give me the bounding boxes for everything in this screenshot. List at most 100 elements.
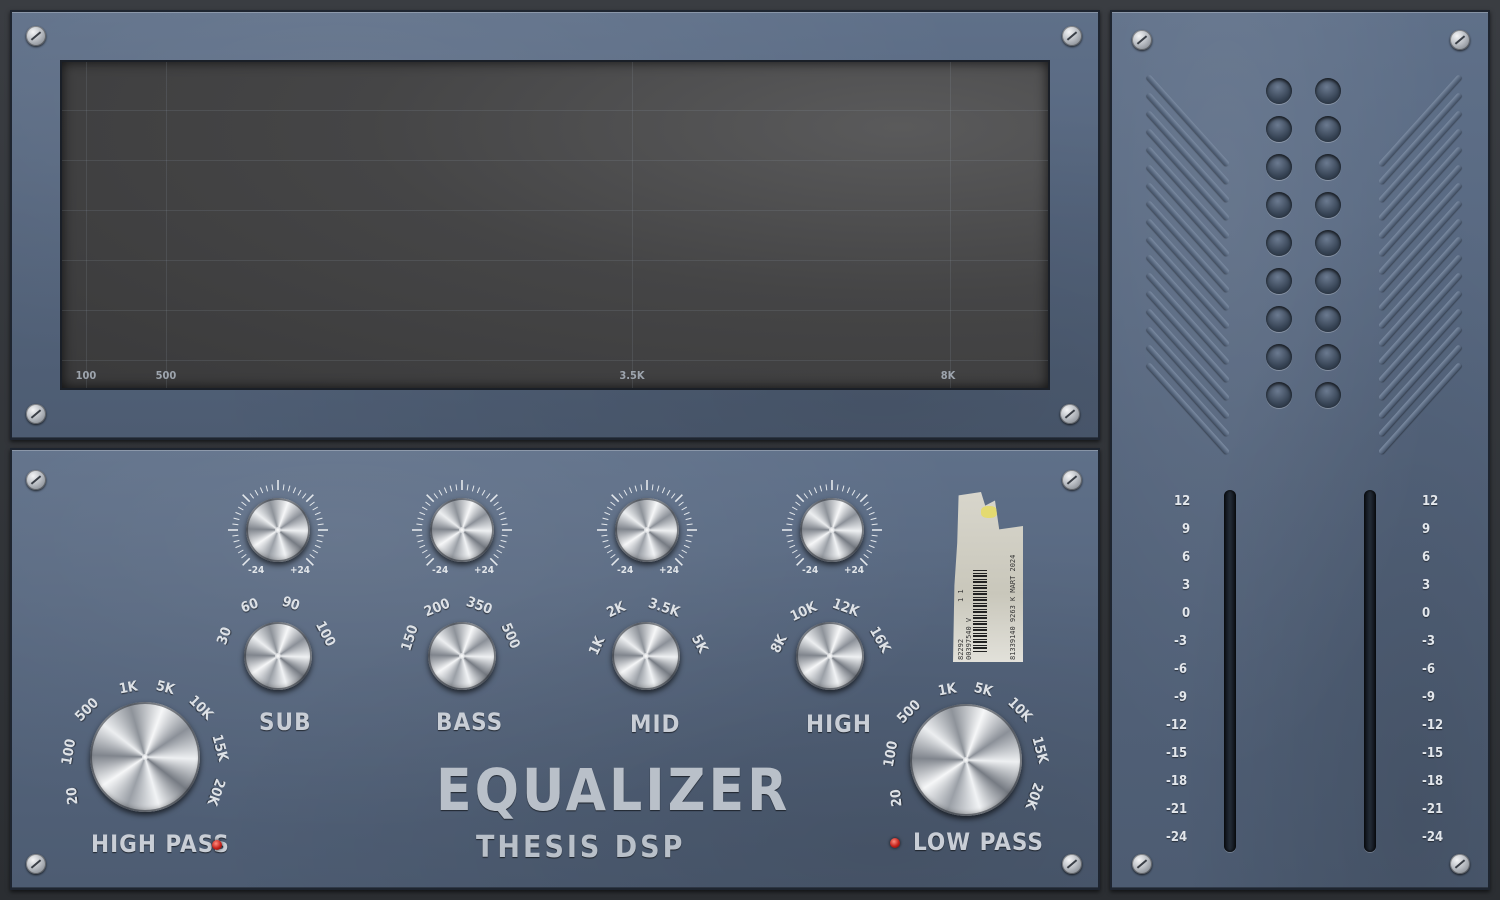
screw-icon bbox=[1450, 30, 1470, 50]
eq-response-display[interactable]: 100 500 3.5K 8K bbox=[60, 60, 1050, 390]
dial-tick bbox=[836, 484, 839, 491]
dial-tick bbox=[795, 553, 801, 559]
high-pass-label: HIGH PASS bbox=[91, 830, 230, 858]
gain-min-label: -24 bbox=[617, 565, 634, 576]
dial-tick bbox=[496, 506, 503, 511]
sub-freq-knob[interactable] bbox=[244, 622, 312, 690]
dial-tick bbox=[606, 549, 613, 554]
high-gain-knob[interactable] bbox=[800, 498, 864, 562]
meter-scale-value: -15 bbox=[1166, 746, 1188, 761]
freq-option[interactable]: 20 bbox=[64, 787, 81, 806]
grid-line bbox=[62, 160, 1048, 161]
dial-tick bbox=[309, 553, 315, 559]
freq-option[interactable]: 20 bbox=[888, 789, 905, 808]
dial-tick bbox=[787, 539, 794, 543]
sub-gain-knob[interactable] bbox=[246, 498, 310, 562]
dial-tick bbox=[254, 489, 259, 496]
high-pass-led[interactable] bbox=[212, 840, 222, 850]
mid-gain-dial[interactable] bbox=[595, 478, 699, 582]
dial-tick bbox=[426, 494, 435, 503]
high-pass-knob[interactable] bbox=[90, 702, 200, 812]
meter-slot-left bbox=[1224, 490, 1236, 852]
dial-tick bbox=[604, 544, 611, 549]
low-pass-label: LOW PASS bbox=[913, 828, 1044, 856]
bass-gain-knob[interactable] bbox=[430, 498, 494, 562]
meter-scale-value: 12 bbox=[1422, 494, 1439, 509]
meter-scale-value: 3 bbox=[1182, 578, 1191, 593]
barcode-icon bbox=[973, 570, 987, 652]
bass-freq-knob[interactable] bbox=[428, 622, 496, 690]
dial-tick bbox=[498, 544, 505, 549]
dial-tick bbox=[789, 511, 796, 516]
dial-tick bbox=[795, 501, 801, 507]
dial-tick bbox=[259, 487, 264, 494]
dial-tick bbox=[791, 549, 798, 554]
dial-tick bbox=[314, 544, 321, 549]
speaker-hole bbox=[1315, 192, 1341, 218]
dial-tick bbox=[666, 489, 671, 496]
sticker-stain bbox=[981, 506, 997, 518]
freq-option[interactable]: 1K bbox=[118, 679, 139, 698]
dial-tick bbox=[640, 484, 643, 491]
screw-icon bbox=[26, 854, 46, 874]
dial-tick bbox=[859, 494, 868, 503]
freq-option[interactable]: 1K bbox=[937, 681, 958, 700]
low-pass-knob[interactable] bbox=[910, 704, 1022, 816]
brand-subtitle: THESIS DSP bbox=[476, 830, 686, 865]
screw-icon bbox=[1132, 30, 1152, 50]
dial-tick bbox=[232, 534, 239, 537]
mid-gain-knob[interactable] bbox=[615, 498, 679, 562]
dial-tick bbox=[416, 534, 423, 537]
dial-tick bbox=[870, 539, 877, 543]
dial-tick bbox=[791, 506, 798, 511]
sub-gain-dial[interactable] bbox=[226, 478, 330, 582]
dial-tick bbox=[449, 485, 453, 492]
dial-tick bbox=[601, 534, 608, 537]
dial-tick bbox=[819, 485, 823, 492]
band-label-mid: MID bbox=[630, 710, 681, 738]
meter-scale-value: -3 bbox=[1422, 634, 1435, 649]
speaker-hole bbox=[1315, 230, 1341, 256]
dial-tick bbox=[237, 506, 244, 511]
dial-tick bbox=[233, 539, 240, 543]
dial-tick bbox=[493, 501, 499, 507]
dial-tick bbox=[661, 487, 666, 494]
mid-freq-knob[interactable] bbox=[612, 622, 680, 690]
dial-tick bbox=[317, 534, 324, 537]
band-label-bass: BASS bbox=[436, 708, 504, 736]
screw-icon bbox=[1450, 854, 1470, 874]
speaker-hole bbox=[1266, 268, 1292, 294]
dial-tick bbox=[419, 511, 426, 516]
speaker-hole bbox=[1315, 306, 1341, 332]
dial-tick bbox=[618, 493, 624, 499]
low-pass-led[interactable] bbox=[890, 838, 900, 848]
dial-tick bbox=[235, 511, 242, 516]
dial-tick bbox=[656, 485, 660, 492]
grid-line bbox=[62, 260, 1048, 261]
dial-tick bbox=[674, 494, 683, 503]
speaker-hole bbox=[1266, 230, 1292, 256]
dial-tick bbox=[606, 506, 613, 511]
dial-tick bbox=[233, 517, 240, 521]
high-gain-dial[interactable] bbox=[780, 478, 884, 582]
dial-tick bbox=[485, 493, 491, 499]
high-freq-knob[interactable] bbox=[796, 622, 864, 690]
dial-tick bbox=[425, 501, 431, 507]
dial-tick bbox=[803, 493, 809, 499]
speaker-hole bbox=[1266, 382, 1292, 408]
gain-max-label: +24 bbox=[844, 565, 865, 576]
bass-gain-dial[interactable] bbox=[410, 478, 514, 582]
dial-tick bbox=[476, 487, 481, 494]
freq-label: 3.5K bbox=[619, 369, 645, 382]
sticker-text: 82292 bbox=[957, 638, 965, 660]
dial-tick bbox=[681, 549, 688, 554]
screw-icon bbox=[26, 404, 46, 424]
speaker-hole bbox=[1315, 268, 1341, 294]
screw-icon bbox=[1062, 854, 1082, 874]
dial-tick bbox=[789, 544, 796, 549]
dial-tick bbox=[421, 549, 428, 554]
freq-label: 100 bbox=[75, 369, 97, 382]
dial-tick bbox=[868, 511, 875, 516]
dial-tick bbox=[678, 501, 684, 507]
freq-label: 500 bbox=[155, 369, 177, 382]
